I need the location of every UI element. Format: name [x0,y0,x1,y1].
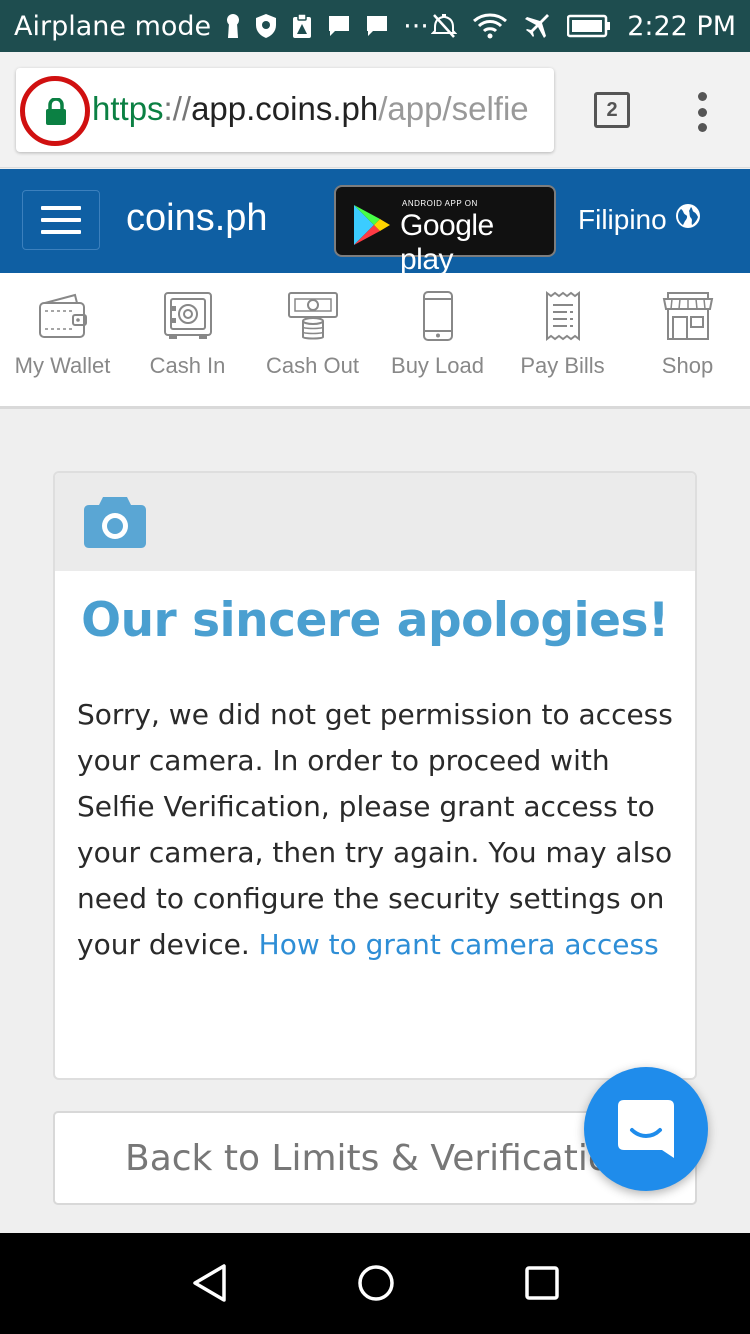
receipt-icon [545,291,580,341]
url-path: /app/selfie [378,90,529,127]
url-separator: :// [163,90,192,127]
site-header: coins.ph ANDROID APP ON Google play Fili… [0,169,750,276]
service-label: My Wallet [14,353,111,378]
card-title: Our sincere apologies! [81,593,669,648]
more-notifications: ··· [403,10,429,42]
clipboard-warning-icon [291,13,313,39]
battery-icon [567,14,611,38]
mute-icon [431,13,458,39]
card-message: Sorry, we did not get permission to acce… [55,692,695,968]
url-scheme: https [92,90,164,127]
globe-icon [675,203,701,236]
camera-icon [83,493,147,553]
shop-icon [662,292,713,340]
browser-menu-icon[interactable] [697,92,707,132]
home-icon[interactable] [356,1263,396,1307]
url-text[interactable]: https://app.coins.ph/app/selfie [92,90,529,128]
service-label: Pay Bills [520,353,605,378]
hamburger-menu-icon[interactable] [22,190,100,250]
service-shop[interactable]: Shop [625,291,750,379]
tab-switcher-button[interactable]: 2 [594,92,630,128]
cash-out-icon [287,292,338,340]
lock-icon[interactable] [45,96,67,134]
badge-title: Google play [400,209,494,276]
grant-camera-access-link[interactable]: How to grant camera access [259,928,659,961]
message-text: Sorry, we did not get permission to acce… [77,698,673,961]
back-icon[interactable] [192,1263,228,1307]
chat-launcher-button[interactable] [584,1067,708,1191]
service-label: Cash Out [266,353,359,378]
browser-toolbar: https://app.coins.ph/app/selfie 2 [0,52,750,168]
language-switcher[interactable]: Filipino [578,203,701,236]
message-icon-2 [365,14,389,38]
card-header [55,473,695,571]
service-my-wallet[interactable]: My Wallet [0,291,125,379]
service-label: Cash In [149,353,226,378]
apology-card: Our sincere apologies! Sorry, we did not… [53,471,697,1080]
service-buy-load[interactable]: Buy Load [375,291,500,379]
url-host: app.coins.ph [191,90,379,127]
recent-apps-icon[interactable] [524,1263,560,1307]
keyhole-icon [225,13,241,39]
airplane-icon [523,12,551,40]
brand-logo[interactable]: coins.ph [126,197,268,240]
wifi-icon [473,13,508,39]
airplane-mode-text: Airplane mode [14,10,212,42]
wallet-icon [38,293,87,338]
google-play-badge[interactable]: ANDROID APP ON Google play [334,185,556,276]
service-label: Buy Load [391,353,484,378]
services-menu: My Wallet Cash In Cash Out Buy Load Pay … [0,273,750,409]
chat-icon [618,1100,674,1158]
service-cash-in[interactable]: Cash In [125,291,250,379]
service-cash-out[interactable]: Cash Out [250,291,375,379]
address-bar[interactable]: https://app.coins.ph/app/selfie [16,68,554,152]
system-navigation-bar [0,1233,750,1334]
badge-caption: ANDROID APP ON [402,199,478,208]
message-icon [327,14,351,38]
shield-icon [255,13,277,39]
play-store-icon [354,205,390,245]
safe-icon [163,292,212,339]
clock: 2:22 PM [627,10,736,42]
status-bar: Airplane mode ··· 2:22 PM [0,0,750,52]
language-label: Filipino [578,203,667,235]
service-label: Shop [661,353,714,378]
phone-icon [422,291,453,341]
service-pay-bills[interactable]: Pay Bills [500,291,625,379]
